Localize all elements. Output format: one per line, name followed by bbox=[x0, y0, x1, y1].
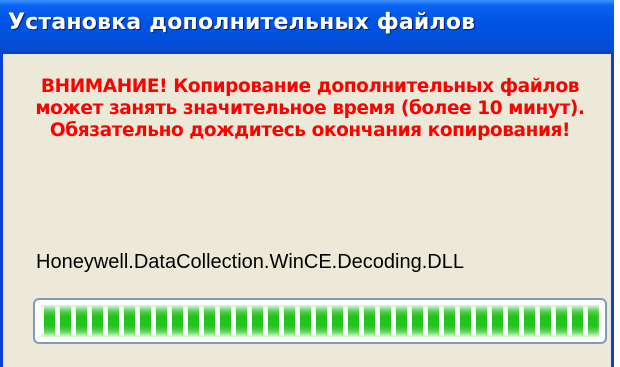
window-title: Установка дополнительных файлов bbox=[8, 10, 476, 35]
progress-fill bbox=[41, 305, 599, 337]
title-bar[interactable]: Установка дополнительных файлов bbox=[0, 0, 614, 54]
background-strip bbox=[614, 0, 620, 367]
install-dialog: Установка дополнительных файлов ВНИМАНИЕ… bbox=[0, 0, 614, 367]
warning-message: ВНИМАНИЕ! Копирование дополнительных фай… bbox=[35, 76, 585, 141]
progress-bar bbox=[33, 298, 607, 344]
current-file-label: Honeywell.DataCollection.WinCE.Decoding.… bbox=[36, 251, 464, 273]
progress-track bbox=[41, 305, 599, 337]
